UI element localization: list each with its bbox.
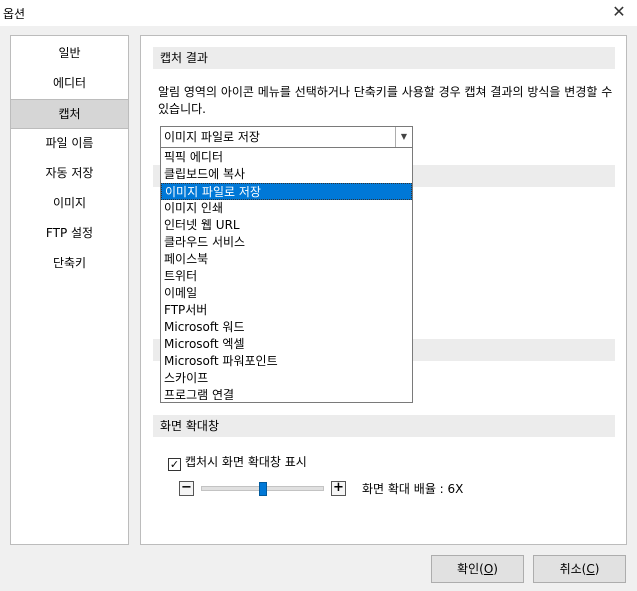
- zoom-slider-thumb[interactable]: [259, 482, 267, 496]
- zoom-control-row: − + 화면 확대 배율 : 6X: [179, 481, 619, 497]
- ok-button-mnemonic: O: [483, 562, 494, 576]
- sidebar-item-shortcuts[interactable]: 단축키: [11, 249, 128, 279]
- sidebar-item-general[interactable]: 일반: [11, 39, 128, 69]
- ok-button[interactable]: 확인(O): [431, 555, 524, 583]
- title-bar: 옵션 ✕: [0, 0, 637, 26]
- sidebar-item-capture[interactable]: 캡처: [11, 99, 128, 129]
- dropdown-option[interactable]: 클라우드 서비스: [161, 234, 412, 251]
- dropdown-option[interactable]: Microsoft 워드: [161, 319, 412, 336]
- sidebar-item-image[interactable]: 이미지: [11, 189, 128, 219]
- dropdown-option[interactable]: 페이스북: [161, 251, 412, 268]
- capture-result-dropdown-list: 픽픽 에디터 클립보드에 복사 이미지 파일로 저장 이미지 인쇄 인터넷 웹 …: [160, 147, 413, 403]
- capture-result-description: 알림 영역의 아이콘 메뉴를 선택하거나 단축키를 사용할 경우 캡쳐 결과의 …: [158, 85, 613, 116]
- dropdown-option[interactable]: 이미지 인쇄: [161, 200, 412, 217]
- close-icon[interactable]: ✕: [607, 1, 631, 23]
- dropdown-option[interactable]: 프로그램 연결: [161, 387, 412, 404]
- capture-result-header: 캡처 결과: [153, 47, 615, 69]
- cancel-button-mnemonic: C: [586, 562, 595, 576]
- zoom-slider-track[interactable]: [201, 482, 324, 496]
- dropdown-option[interactable]: Microsoft 엑셀: [161, 336, 412, 353]
- options-sidebar: 일반 에디터 캡처 파일 이름 자동 저장 이미지 FTP 설정 단축키: [10, 35, 129, 545]
- capture-settings-panel: 캡처 결과 알림 영역의 아이콘 메뉴를 선택하거나 단축키를 사용할 경우 캡…: [140, 35, 627, 545]
- magnifier-checkbox-label[interactable]: 캡처시 화면 확대창 표시: [185, 455, 307, 469]
- combobox-value: 이미지 파일로 저장: [164, 130, 260, 144]
- magnifier-checkbox-row[interactable]: ✓ 캡처시 화면 확대창 표시: [168, 455, 307, 471]
- dropdown-option-highlighted[interactable]: 이미지 파일로 저장: [161, 183, 412, 200]
- zoom-in-button[interactable]: +: [331, 481, 346, 496]
- window-title: 옵션: [3, 7, 26, 21]
- dropdown-option[interactable]: FTP서버: [161, 302, 412, 319]
- sidebar-item-ftp-settings[interactable]: FTP 설정: [11, 219, 128, 249]
- dropdown-option[interactable]: 스카이프: [161, 370, 412, 387]
- chevron-down-icon[interactable]: ▼: [395, 127, 412, 147]
- ok-button-label: 확인: [457, 562, 480, 576]
- magnifier-checkbox[interactable]: ✓: [168, 458, 181, 471]
- sidebar-item-auto-save[interactable]: 자동 저장: [11, 159, 128, 189]
- dropdown-option[interactable]: 클립보드에 복사: [161, 166, 412, 183]
- dropdown-option[interactable]: Microsoft 파워포인트: [161, 353, 412, 370]
- zoom-out-button[interactable]: −: [179, 481, 194, 496]
- dropdown-option[interactable]: 픽픽 에디터: [161, 149, 412, 166]
- dropdown-option[interactable]: 인터넷 웹 URL: [161, 217, 412, 234]
- sidebar-item-file-name[interactable]: 파일 이름: [11, 129, 128, 159]
- dropdown-option[interactable]: 이메일: [161, 285, 412, 302]
- cancel-button-label: 취소: [559, 562, 582, 576]
- capture-result-combobox[interactable]: 이미지 파일로 저장 ▼: [160, 126, 413, 148]
- zoom-level-label: 화면 확대 배율 : 6X: [362, 482, 464, 496]
- magnifier-header: 화면 확대창: [153, 415, 615, 437]
- dropdown-option[interactable]: 트위터: [161, 268, 412, 285]
- cancel-button[interactable]: 취소(C): [533, 555, 626, 583]
- sidebar-item-editor[interactable]: 에디터: [11, 69, 128, 99]
